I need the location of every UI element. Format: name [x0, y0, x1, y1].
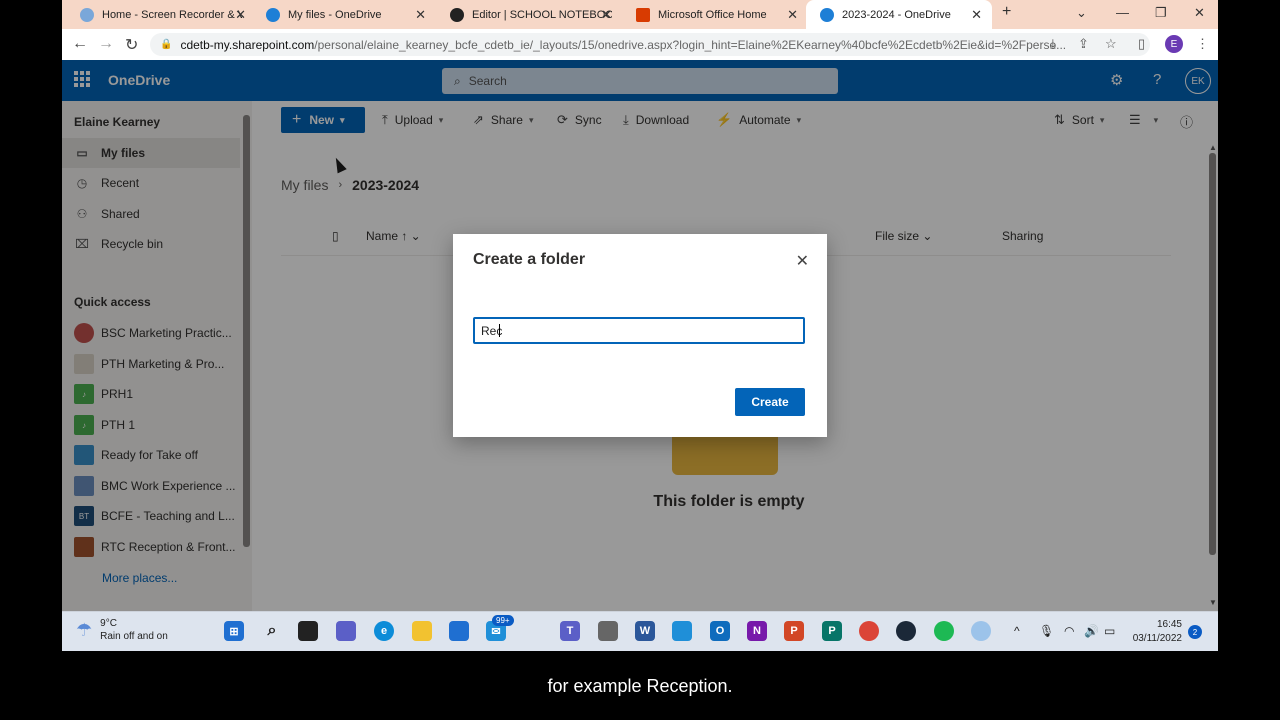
clock-time: 16:45	[1156, 619, 1182, 630]
close-icon[interactable]: ✕	[796, 251, 809, 271]
wifi-icon[interactable]: ◠	[1064, 624, 1074, 638]
notebook-favicon-icon	[450, 7, 464, 22]
word-icon[interactable]: W	[635, 621, 655, 641]
clock-date: 03/11/2022	[1132, 633, 1182, 644]
share-page-icon[interactable]: ⇪	[1078, 36, 1089, 52]
browser-tab[interactable]: My files - OneDrive ✕	[252, 0, 436, 29]
modal-overlay-header	[62, 60, 1218, 101]
browser-tab[interactable]: Microsoft Office Home ✕	[622, 0, 808, 29]
rain-cloud-icon: ☂	[76, 619, 93, 640]
screen: Home - Screen Recorder & V ✕ My files - …	[62, 0, 1218, 651]
address-bar-row: ← → ↻ 🔒 cdetb-my.sharepoint.com/personal…	[62, 29, 1218, 60]
new-tab-button[interactable]: +	[1002, 3, 1011, 21]
close-tab-icon[interactable]: ✕	[601, 7, 612, 23]
tab-title: Microsoft Office Home	[658, 8, 767, 21]
search-icon[interactable]: ⌕	[262, 621, 282, 641]
show-hidden-icons-icon[interactable]: ^	[1014, 624, 1020, 638]
back-icon[interactable]: ←	[72, 35, 88, 53]
create-button[interactable]: Create	[735, 388, 805, 416]
tab-search-chevron-icon[interactable]: ⌄	[1076, 5, 1087, 21]
onedrive-favicon-icon	[820, 7, 834, 22]
cortana-icon[interactable]	[971, 621, 991, 641]
close-window-icon[interactable]: ✕	[1194, 5, 1205, 21]
volume-icon[interactable]: 🔊	[1084, 624, 1099, 638]
install-app-icon[interactable]: ⤓	[1050, 36, 1056, 52]
edge-icon[interactable]: e	[374, 621, 394, 641]
bookmark-star-icon[interactable]: ☆	[1105, 36, 1117, 52]
create-folder-dialog: Create a folder ✕ Create	[453, 234, 827, 437]
browser-tab[interactable]: Editor | SCHOOL NOTEBOOK ✕	[436, 0, 622, 29]
powerpoint-icon[interactable]: P	[784, 621, 804, 641]
tab-title: Editor | SCHOOL NOTEBOOK	[472, 8, 612, 21]
outlook-icon[interactable]: O	[710, 621, 730, 641]
temperature: 9°C	[100, 618, 117, 629]
steam-icon[interactable]	[896, 621, 916, 641]
close-tab-icon[interactable]: ✕	[787, 7, 798, 23]
url-field[interactable]: 🔒 cdetb-my.sharepoint.com/personal/elain…	[150, 33, 1150, 56]
folder-name-input[interactable]	[473, 317, 805, 344]
mail-badge: 99+	[492, 615, 514, 626]
office-favicon-icon	[636, 7, 650, 22]
video-caption: for example Reception.	[547, 676, 733, 696]
tab-title: Home - Screen Recorder & V	[102, 8, 242, 21]
weather-widget[interactable]: ☂ 9°C Rain off and on	[76, 617, 168, 643]
onenote-icon[interactable]: N	[747, 621, 767, 641]
browser-tab[interactable]: Home - Screen Recorder & V ✕	[66, 0, 256, 29]
profile-avatar[interactable]: E	[1165, 35, 1183, 53]
file-explorer-icon[interactable]	[412, 621, 432, 641]
url-path: /personal/elaine_kearney_bcfe_cdetb_ie/_…	[314, 37, 1067, 52]
chrome-icon[interactable]	[859, 621, 879, 641]
calendar-icon[interactable]	[672, 621, 692, 641]
screen-recorder-favicon-icon	[80, 7, 94, 22]
battery-icon[interactable]: ▭	[1104, 624, 1115, 638]
close-tab-icon[interactable]: ✕	[415, 7, 426, 23]
forward-icon[interactable]: →	[98, 35, 114, 53]
side-panel-icon[interactable]: ▯	[1138, 36, 1145, 52]
weather-description: Rain off and on	[100, 631, 168, 642]
store-icon[interactable]	[449, 621, 469, 641]
text-caret	[499, 324, 500, 337]
browser-tab-strip: Home - Screen Recorder & V ✕ My files - …	[62, 0, 1218, 29]
lock-icon: 🔒	[160, 39, 173, 50]
browser-menu-icon[interactable]: ⋮	[1196, 36, 1209, 52]
teams-chat-icon[interactable]	[336, 621, 356, 641]
minimize-icon[interactable]: —	[1116, 5, 1129, 20]
teams-icon[interactable]: T	[560, 621, 580, 641]
windows-taskbar: ☂ 9°C Rain off and on ⊞ ⌕ e ✉ 99+ T W O …	[62, 611, 1218, 651]
reload-icon[interactable]: ↻	[125, 35, 138, 55]
publisher-icon[interactable]: P	[822, 621, 842, 641]
camera-icon[interactable]	[598, 621, 618, 641]
task-view-icon[interactable]	[298, 621, 318, 641]
system-clock[interactable]: 16:45 03/11/2022	[1130, 618, 1182, 646]
onedrive-favicon-icon	[266, 7, 280, 22]
url-host: cdetb-my.sharepoint.com	[180, 37, 315, 52]
start-windows-icon[interactable]: ⊞	[224, 621, 244, 641]
dialog-title: Create a folder	[473, 251, 586, 268]
notification-badge[interactable]: 2	[1188, 625, 1202, 639]
close-tab-icon[interactable]: ✕	[235, 7, 246, 23]
browser-tab-active[interactable]: 2023-2024 - OneDrive ✕	[806, 0, 992, 29]
spotify-icon[interactable]	[934, 621, 954, 641]
tab-title: 2023-2024 - OneDrive	[842, 8, 951, 21]
close-tab-icon[interactable]: ✕	[971, 7, 982, 23]
restore-icon[interactable]: ❐	[1155, 5, 1167, 21]
microphone-icon[interactable]: 🎙	[1039, 624, 1054, 638]
tab-title: My files - OneDrive	[288, 8, 382, 21]
